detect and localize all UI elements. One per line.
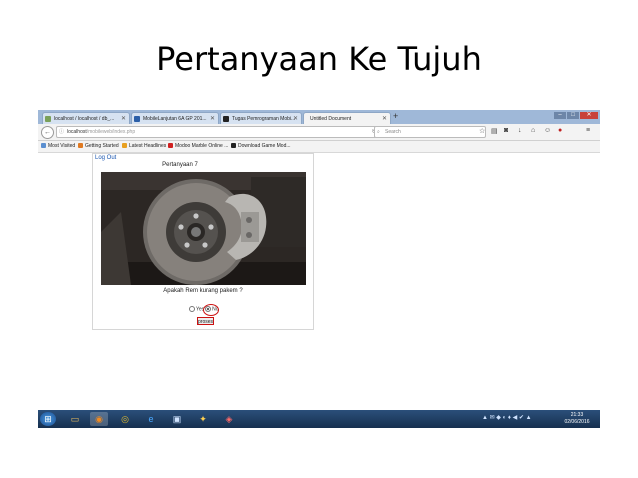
firefox-icon[interactable]: ◉ bbox=[90, 412, 108, 426]
question-heading: Pertanyaan 7 bbox=[162, 162, 198, 168]
tab-mobilelanjutan[interactable]: MobileLanjutan 6A GP 201... ✕ bbox=[131, 112, 219, 124]
radio-yes[interactable] bbox=[189, 306, 195, 312]
bookmark-icon bbox=[168, 143, 173, 149]
bookmark-label: Modoo Marble Online ... bbox=[175, 143, 229, 149]
back-button[interactable]: ← bbox=[41, 126, 54, 139]
bookmark-label: Most Visited bbox=[48, 143, 76, 149]
maximize-button[interactable]: □ bbox=[567, 112, 579, 119]
highlight-ellipse bbox=[203, 304, 219, 316]
download-icon[interactable]: ↓ bbox=[518, 127, 522, 134]
reading-list-icon[interactable]: ▤ bbox=[491, 127, 498, 135]
browser-screenshot: localhost / localhost / db_... ✕ MobileL… bbox=[38, 110, 600, 428]
chat-icon[interactable]: ☺ bbox=[544, 127, 551, 134]
favicon-icon bbox=[45, 116, 51, 122]
question-text: Apakah Rem kurang pakem ? bbox=[163, 288, 243, 294]
slide-title: Pertanyaan Ke Tujuh bbox=[156, 40, 482, 78]
bookmark-label: Getting Started bbox=[85, 143, 119, 149]
new-tab-button[interactable]: + bbox=[393, 111, 398, 121]
bookmark-star-icon[interactable]: ☆ bbox=[479, 127, 485, 135]
addon-icon[interactable]: ● bbox=[558, 127, 562, 134]
bookmark-modoo-marble[interactable]: Modoo Marble Online ... bbox=[168, 141, 228, 152]
url-path: /mobileweb/index.php bbox=[86, 129, 136, 135]
start-button[interactable]: ⊞ bbox=[40, 412, 56, 426]
page-content: Log Out Pertanyaan 7 Apakah Rem kurang p… bbox=[38, 153, 600, 410]
red-app-icon[interactable]: ◈ bbox=[220, 412, 238, 426]
bookmark-icon bbox=[78, 143, 83, 149]
windows-taskbar: ⊞ ▭ ◉ ◎ e ▣ ✦ ◈ ▲ ✉ ◆ ◐ ♦ ◀ ✔ ▲ 21:33 02… bbox=[38, 410, 600, 428]
system-clock[interactable]: 21:33 02/06/2016 bbox=[560, 412, 594, 426]
tab-bar: localhost / localhost / db_... ✕ MobileL… bbox=[38, 110, 600, 124]
tab-untitled-document[interactable]: Untitled Document ✕ bbox=[303, 112, 391, 124]
home-icon[interactable]: ⌂ bbox=[531, 127, 535, 134]
close-tab-icon[interactable]: ✕ bbox=[121, 113, 126, 124]
menu-icon[interactable]: ≡ bbox=[586, 127, 590, 134]
tab-phpmyadmin[interactable]: localhost / localhost / db_... ✕ bbox=[42, 112, 130, 124]
search-input[interactable]: ⌕ Search bbox=[374, 126, 486, 138]
bookmark-getting-started[interactable]: Getting Started bbox=[78, 141, 119, 152]
bookmark-latest-headlines[interactable]: Latest Headlines bbox=[122, 141, 166, 152]
tab-label: MobileLanjutan 6A GP 201... bbox=[143, 116, 207, 122]
close-tab-icon[interactable]: ✕ bbox=[210, 113, 215, 124]
tab-label: Untitled Document bbox=[310, 116, 352, 122]
question-panel: Log Out Pertanyaan 7 Apakah Rem kurang p… bbox=[92, 153, 314, 330]
close-window-button[interactable]: ✕ bbox=[580, 112, 598, 119]
bookmark-label: Latest Headlines bbox=[129, 143, 167, 149]
proses-button[interactable]: proses bbox=[197, 317, 214, 325]
bookmark-download-game[interactable]: Download Game Mod... bbox=[231, 141, 291, 152]
logout-link[interactable]: Log Out bbox=[95, 155, 116, 161]
favicon-icon bbox=[134, 116, 140, 122]
tab-label: localhost / localhost / db_... bbox=[54, 116, 115, 122]
bookmark-icon bbox=[41, 143, 46, 149]
brake-disc-image bbox=[101, 172, 306, 285]
search-icon: ⌕ bbox=[377, 129, 380, 135]
minimize-button[interactable]: – bbox=[554, 112, 566, 119]
bookmark-icon bbox=[231, 143, 236, 149]
bookmark-most-visited[interactable]: Most Visited bbox=[41, 141, 75, 152]
url-host: localhost bbox=[67, 129, 87, 135]
search-placeholder: Search bbox=[385, 129, 401, 135]
brake-disc-photo bbox=[101, 172, 306, 285]
site-info-icon[interactable]: ⓘ bbox=[59, 127, 64, 137]
media-app-icon[interactable]: ✦ bbox=[194, 412, 212, 426]
internet-explorer-icon[interactable]: e bbox=[142, 412, 160, 426]
navigation-bar: ← ⓘ localhost/mobileweb/index.php ↻ ⌕ Se… bbox=[38, 124, 600, 141]
favicon-icon bbox=[223, 116, 229, 122]
close-tab-icon[interactable]: ✕ bbox=[382, 113, 387, 124]
tab-tugas[interactable]: Tugas Pemrograman Mobi... ✕ bbox=[220, 112, 302, 124]
pocket-icon[interactable]: ◙ bbox=[504, 127, 508, 134]
system-tray[interactable]: ▲ ✉ ◆ ◐ ♦ ◀ ✔ ▲ bbox=[482, 414, 532, 421]
bookmarks-bar: Most Visited Getting Started Latest Head… bbox=[38, 141, 600, 153]
app-icon[interactable]: ▣ bbox=[168, 412, 186, 426]
bookmark-icon bbox=[122, 143, 127, 149]
tab-label: Tugas Pemrograman Mobi... bbox=[232, 116, 296, 122]
close-tab-icon[interactable]: ✕ bbox=[293, 113, 298, 124]
file-explorer-icon[interactable]: ▭ bbox=[66, 412, 84, 426]
clock-time: 21:33 bbox=[570, 412, 584, 418]
chrome-icon[interactable]: ◎ bbox=[116, 412, 134, 426]
address-bar[interactable]: ⓘ localhost/mobileweb/index.php ↻ bbox=[56, 126, 380, 138]
bookmark-label: Download Game Mod... bbox=[238, 143, 291, 149]
clock-date: 02/06/2016 bbox=[564, 419, 590, 425]
